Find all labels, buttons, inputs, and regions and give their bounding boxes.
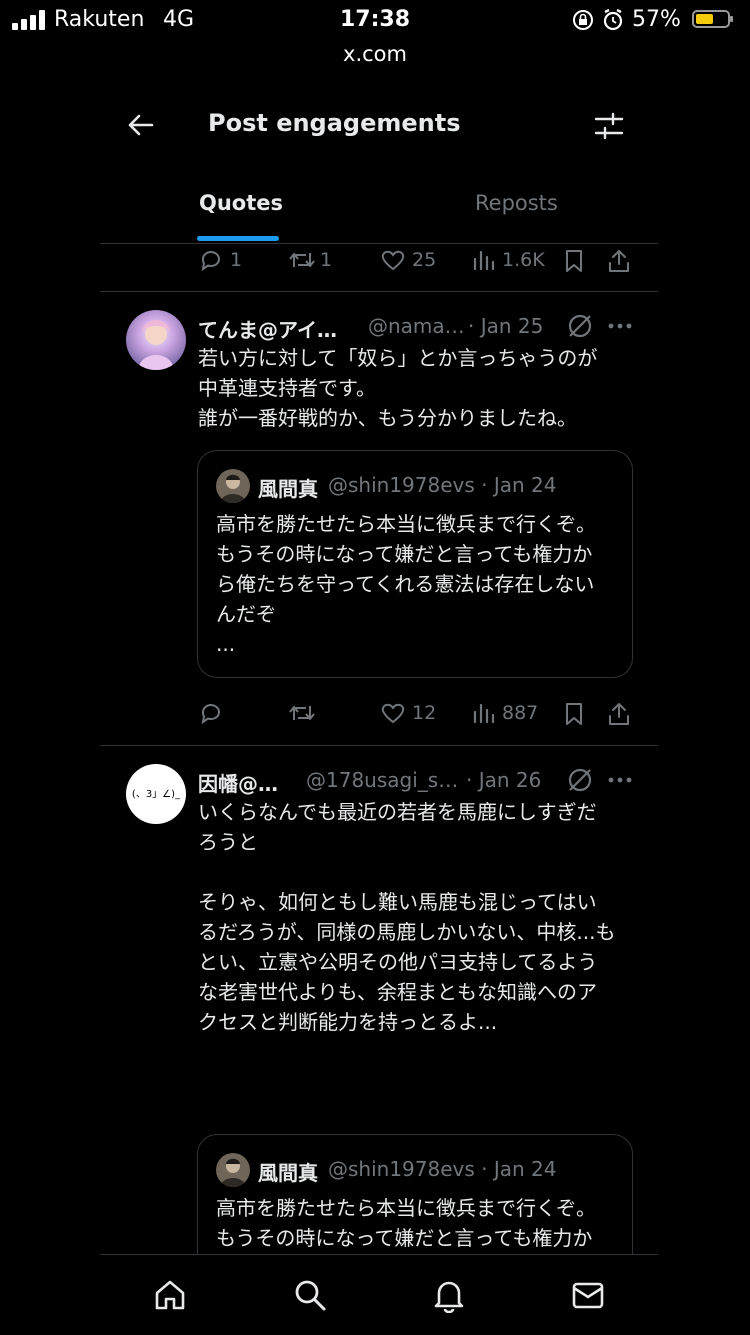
quoted-display-name: 風間真 xyxy=(258,477,318,501)
battery-icon xyxy=(692,10,733,28)
like-count: 25 xyxy=(412,249,437,271)
tab-reposts[interactable]: Reposts xyxy=(475,191,558,215)
quoted-handle-date: @shin1978evs · Jan 24 xyxy=(328,1157,557,1181)
share-icon[interactable] xyxy=(606,244,632,278)
avatar[interactable] xyxy=(126,310,186,370)
user-handle[interactable]: @178usagi_s… xyxy=(306,768,458,792)
view-count: 887 xyxy=(502,702,539,724)
quoted-avatar xyxy=(216,469,250,503)
repost-icon xyxy=(289,706,315,720)
bookmark-icon[interactable] xyxy=(562,244,586,278)
mail-icon[interactable] xyxy=(570,1277,606,1313)
post-text: 若い方に対して「奴ら」とか言っちゃうのが 中革連支持者です。 誰が一番好戦的か、… xyxy=(198,346,598,430)
battery-percent: 57% xyxy=(632,7,681,32)
quoted-post[interactable]: 風間真 @shin1978evs · Jan 24 高市を勝たせたら本当に徴兵ま… xyxy=(197,450,633,678)
quoted-display-name: 風間真 xyxy=(258,1161,318,1185)
bottom-navigation xyxy=(100,1254,658,1335)
tab-quotes[interactable]: Quotes xyxy=(199,191,283,215)
bookmark-icon[interactable] xyxy=(562,697,586,731)
repost-icon xyxy=(289,253,315,267)
quoted-post[interactable]: 風間真 @shin1978evs · Jan 24 高市を勝たせたら本当に徴兵ま… xyxy=(197,1134,633,1254)
quoted-handle-date: @shin1978evs · Jan 24 xyxy=(328,473,557,497)
views-chart-icon xyxy=(473,703,495,724)
browser-url[interactable]: x.com xyxy=(0,42,750,66)
orientation-lock-and-alarm-icon xyxy=(573,8,623,31)
avatar-emoticon: (、3」∠)_ xyxy=(131,789,181,800)
top-bar: Post engagements xyxy=(100,82,658,168)
grok-icon[interactable] xyxy=(566,312,594,340)
user-handle[interactable]: @nama… xyxy=(368,314,465,338)
reply-icon xyxy=(201,704,220,725)
home-icon[interactable] xyxy=(152,1277,188,1313)
grok-icon[interactable] xyxy=(566,766,594,794)
reply-icon xyxy=(201,251,220,272)
display-name[interactable]: 因幡@… xyxy=(198,768,278,797)
active-tab-indicator xyxy=(197,236,279,241)
quoted-text: 高市を勝たせたら本当に徴兵まで行くぞ。 もうその時になって嫌だと言っても権力か … xyxy=(216,512,596,656)
avatar[interactable]: (、3」∠)_ xyxy=(126,764,186,824)
post-action-bar: 12 887 xyxy=(100,697,658,731)
search-icon[interactable] xyxy=(292,1277,328,1313)
share-icon[interactable] xyxy=(606,697,632,731)
post-action-bar: 1 1 25 1.6K xyxy=(100,244,658,278)
post-text: いくらなんでも最近の若者を馬鹿にしすぎだ ろうと そりゃ、如何ともし難い馬鹿も混… xyxy=(198,800,616,1034)
display-name[interactable]: てんま@アイ… xyxy=(198,314,337,343)
quote-post[interactable]: (、3」∠)_ 因幡@… @178usagi_s… · Jan 26 いくらなん… xyxy=(100,746,658,1254)
x-app-frame: Post engagements Quotes Reposts 1 1 25 1… xyxy=(100,82,658,1335)
page-title: Post engagements xyxy=(208,109,461,137)
repost-count: 1 xyxy=(320,249,333,271)
reply-count: 1 xyxy=(230,249,243,271)
post-date[interactable]: · Jan 26 xyxy=(466,768,541,792)
more-options-icon[interactable] xyxy=(608,776,632,784)
views-chart-icon xyxy=(473,250,495,271)
like-count: 12 xyxy=(412,702,437,724)
back-arrow-icon[interactable] xyxy=(124,108,158,142)
view-count: 1.6K xyxy=(502,249,545,271)
post-date[interactable]: · Jan 25 xyxy=(468,314,543,338)
heart-icon xyxy=(381,703,405,724)
quote-post[interactable]: てんま@アイ… @nama… · Jan 25 若い方に対して「奴ら」とか言っち… xyxy=(100,292,658,745)
quoted-text: 高市を勝たせたら本当に徴兵まで行くぞ。 もうその時になって嫌だと言っても権力か … xyxy=(216,1196,596,1250)
bell-icon[interactable] xyxy=(431,1277,467,1313)
status-bar: Rakuten 4G 17:38 57% xyxy=(0,0,750,40)
quoted-avatar xyxy=(216,1153,250,1187)
filter-settings-icon[interactable] xyxy=(592,109,626,143)
more-options-icon[interactable] xyxy=(608,322,632,330)
heart-icon xyxy=(381,250,405,271)
engagement-tabs: Quotes Reposts xyxy=(100,168,658,244)
